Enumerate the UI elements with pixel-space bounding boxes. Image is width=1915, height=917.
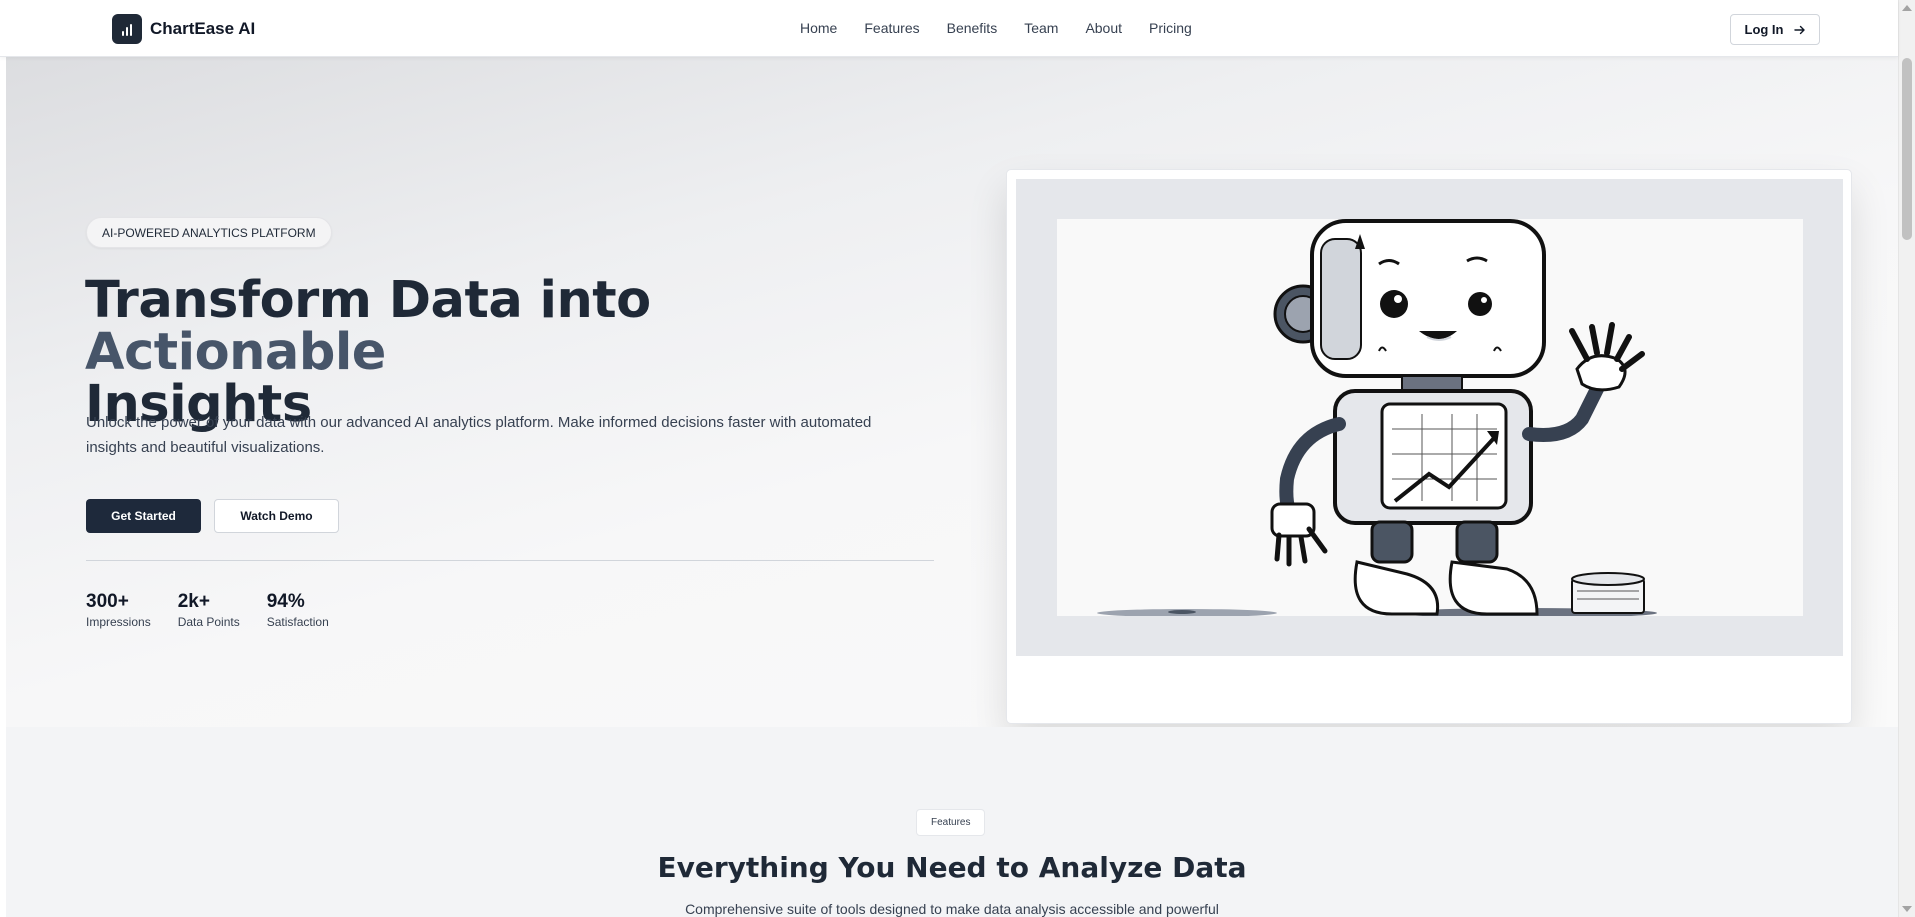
stat-value: 94% [266,591,305,612]
hero-section: AI-POWERED ANALYTICS PLATFORM Transform … [6,57,1898,727]
stat-value: 2k+ [177,591,210,612]
login-label: Log In [1744,22,1784,37]
features-subtitle: Comprehensive suite of tools designed to… [685,901,1219,917]
scroll-down-arrow-icon[interactable] [1902,906,1912,912]
hero-image-card [1006,169,1852,724]
bar-chart-icon [112,14,142,44]
scroll-up-arrow-icon[interactable] [1902,5,1912,11]
hero-title: Transform Data into Actionable Insights [85,275,905,431]
main-nav: Home Features Benefits Team About Pricin… [800,20,1219,36]
features-title: Everything You Need to Analyze Data [657,851,1247,884]
hero-title-part1: Transform Data into [85,271,651,330]
robot-illustration [1097,219,1657,616]
hero-illustration [1057,219,1803,616]
stat-data-points: 2k+ Data Points [178,591,240,629]
top-navbar: ChartEase AI Home Features Benefits Team… [0,0,1898,57]
get-started-button[interactable]: Get Started [86,499,201,533]
nav-team[interactable]: Team [1024,20,1058,36]
hero-divider [86,560,934,561]
stat-label: Satisfaction [266,615,329,629]
vertical-scrollbar[interactable] [1898,0,1915,917]
brand-name: ChartEase AI [150,19,256,38]
features-badge: Features [916,809,986,836]
hero-badge: AI-POWERED ANALYTICS PLATFORM [86,217,332,248]
scrollbar-thumb[interactable] [1902,58,1912,240]
hero-title-highlight: Actionable [85,323,386,382]
watch-demo-button[interactable]: Watch Demo [214,499,339,533]
hero-image-frame [1016,179,1843,656]
arrow-right-icon [1793,25,1805,34]
nav-pricing[interactable]: Pricing [1149,20,1192,36]
nav-home[interactable]: Home [800,20,837,36]
brand-logo[interactable]: ChartEase AI [112,14,255,44]
nav-features[interactable]: Features [864,20,919,36]
login-button[interactable]: Log In [1730,14,1820,45]
hero-stats: 300+ Impressions 2k+ Data Points 94% Sat… [86,591,356,629]
hero-description: Unlock the power of your data with our a… [86,414,872,456]
stat-label: Impressions [86,615,151,629]
stat-satisfaction: 94% Satisfaction [267,591,329,629]
nav-about[interactable]: About [1085,20,1122,36]
nav-benefits[interactable]: Benefits [947,20,998,36]
features-section: Features Everything You Need to Analyze … [6,727,1898,917]
stat-impressions: 300+ Impressions [86,591,151,629]
stat-label: Data Points [177,615,240,629]
stat-value: 300+ [86,591,129,612]
